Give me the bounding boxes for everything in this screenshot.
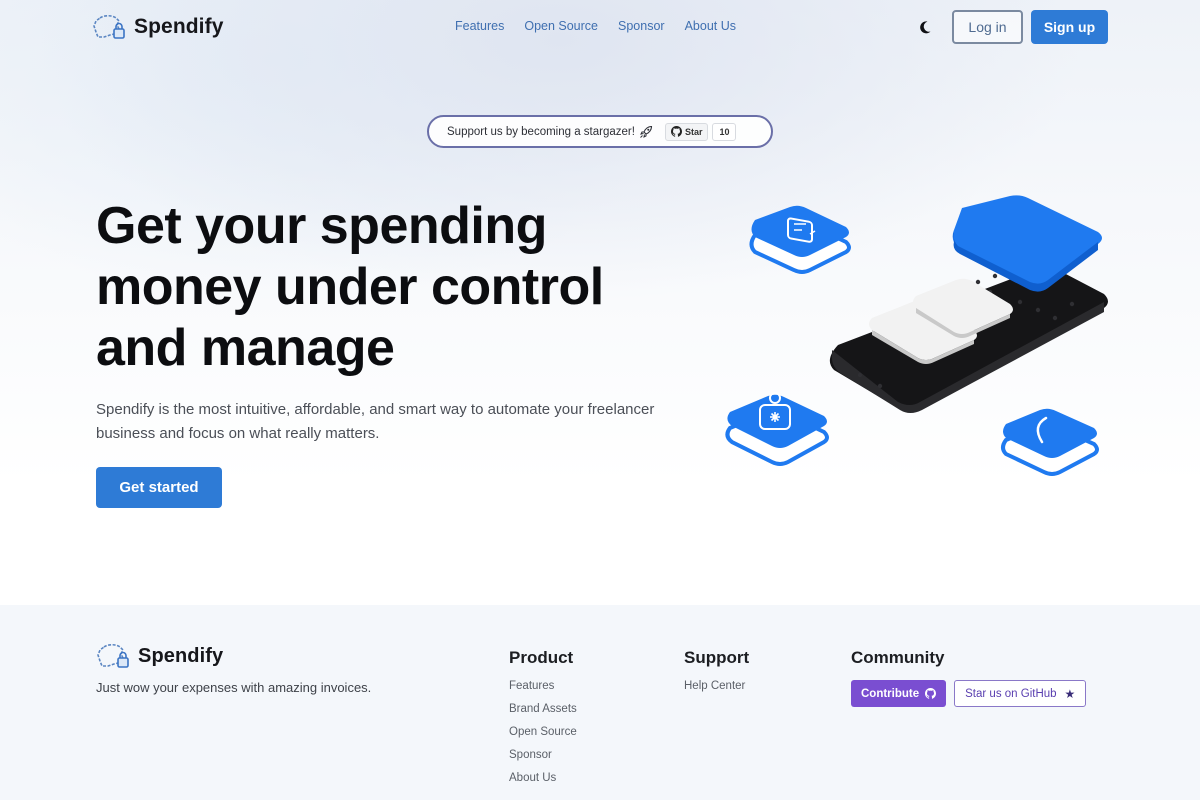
- stargazer-banner[interactable]: Support us by becoming a stargazer! Star…: [427, 115, 773, 148]
- nav-link-about-us[interactable]: About Us: [685, 19, 736, 33]
- contribute-label: Contribute: [861, 687, 920, 700]
- nav-link-features[interactable]: Features: [455, 19, 504, 33]
- lock-tile-icon: [725, 392, 829, 466]
- github-star-count[interactable]: 10: [712, 122, 737, 141]
- nav-link-sponsor[interactable]: Sponsor: [618, 19, 665, 33]
- footer: Spendify Just wow your expenses with ama…: [0, 605, 1200, 800]
- footer-link-brand-assets[interactable]: Brand Assets: [509, 703, 577, 715]
- footer-community-heading: Community: [851, 648, 945, 667]
- blue-card-icon: [952, 195, 1102, 292]
- login-button[interactable]: Log in: [952, 10, 1023, 44]
- footer-link-about-us[interactable]: About Us: [509, 772, 577, 784]
- footer-support-column: Support Help Center: [684, 648, 749, 703]
- footer-brand-logo[interactable]: Spendify: [96, 641, 223, 671]
- nav-link-open-source[interactable]: Open Source: [524, 19, 598, 33]
- footer-link-help-center[interactable]: Help Center: [684, 680, 749, 692]
- footer-tagline: Just wow your expenses with amazing invo…: [96, 680, 372, 695]
- star-on-github-label: Star us on GitHub: [965, 687, 1057, 700]
- footer-brand-name: Spendify: [138, 644, 224, 667]
- brand-logo[interactable]: Spendify: [92, 12, 223, 42]
- github-icon: [670, 126, 682, 137]
- footer-product-column: Product Features Brand Assets Open Sourc…: [509, 648, 577, 795]
- github-star-button[interactable]: Star: [664, 122, 709, 141]
- community-buttons: Contribute Star us on GitHub ★: [851, 680, 1087, 707]
- star-icon: ★: [1064, 686, 1076, 701]
- hero-title-line: and manage: [96, 319, 395, 377]
- github-star-label: Star: [684, 126, 703, 137]
- calendar-tile-icon: [749, 205, 851, 274]
- footer-community-column: Community Contribute Star us on GitHub ★: [851, 648, 1087, 707]
- star-on-github-button[interactable]: Star us on GitHub ★: [954, 680, 1087, 707]
- hero-title-line: money under control: [96, 258, 604, 316]
- signup-button[interactable]: Sign up: [1031, 10, 1108, 44]
- footer-support-heading: Support: [684, 648, 750, 667]
- brand-name: Spendify: [134, 15, 224, 38]
- get-started-button[interactable]: Get started: [96, 467, 222, 508]
- hero-title: Get your spending money under control an…: [96, 196, 676, 379]
- moon-tile-icon: [1001, 408, 1099, 476]
- moon-icon[interactable]: [917, 19, 933, 35]
- contribute-button[interactable]: Contribute: [851, 680, 947, 707]
- stargazer-text: Support us by becoming a stargazer!: [447, 125, 635, 138]
- hero-title-line: Get your spending: [96, 197, 547, 255]
- piggy-lock-icon: [97, 643, 129, 668]
- footer-link-features[interactable]: Features: [509, 680, 577, 692]
- footer-product-heading: Product: [509, 648, 574, 667]
- top-navbar: Spendify Features Open Source Sponsor Ab…: [0, 0, 1200, 56]
- rocket-icon: [640, 125, 652, 138]
- isometric-phone-illustration: [725, 195, 1108, 476]
- github-icon: [925, 688, 937, 699]
- main-nav: Features Open Source Sponsor About Us: [455, 19, 736, 33]
- phone-icon: [829, 266, 1108, 413]
- piggy-lock-icon: [93, 14, 125, 39]
- hero-description: Spendify is the most intuitive, affordab…: [96, 401, 655, 442]
- footer-link-sponsor[interactable]: Sponsor: [509, 749, 577, 761]
- footer-link-open-source[interactable]: Open Source: [509, 726, 577, 738]
